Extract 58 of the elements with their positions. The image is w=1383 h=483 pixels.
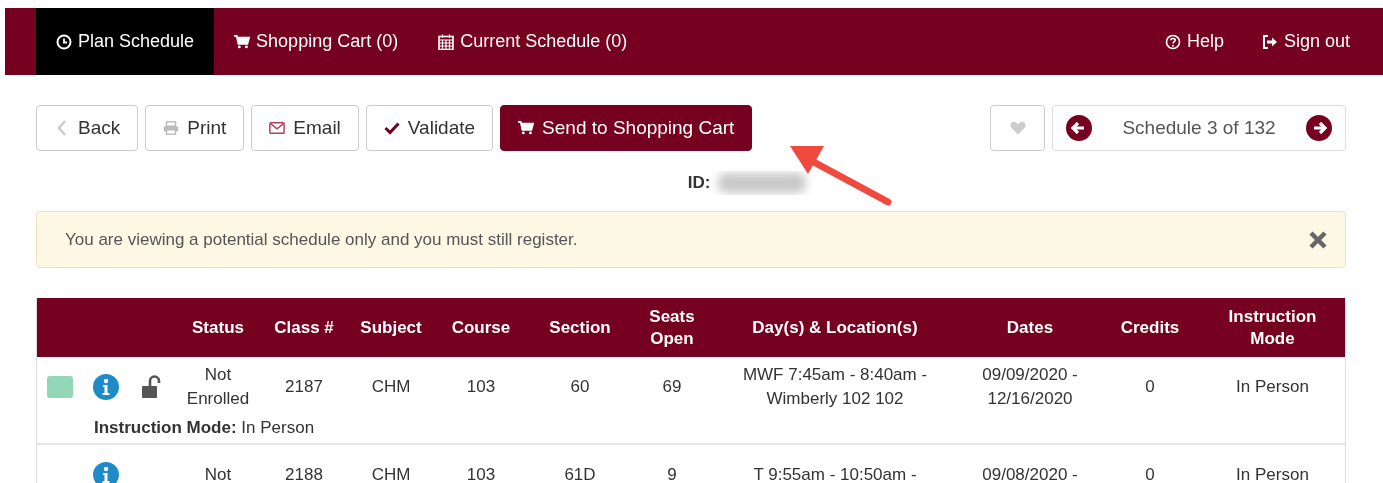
column-header: Class # bbox=[273, 316, 335, 339]
column-header: Section bbox=[548, 316, 612, 339]
table-cell-text: 60 bbox=[570, 376, 590, 398]
table-cell-text: 0 bbox=[1145, 376, 1155, 398]
table-cell-text: CHM bbox=[371, 376, 411, 398]
cart-icon bbox=[234, 33, 251, 50]
table-cell-text: 9 bbox=[667, 464, 677, 483]
table-cell-text: 103 bbox=[466, 464, 496, 483]
envelope-icon bbox=[269, 120, 286, 136]
nav-tab[interactable]: Current Schedule (0) bbox=[418, 8, 648, 75]
table-cell-text: Not bbox=[204, 464, 232, 483]
column-header: Status bbox=[191, 316, 245, 339]
toolbar-button[interactable]: Validate bbox=[365, 105, 494, 151]
table-cell-text: 2188 bbox=[285, 464, 323, 483]
table-cell-text: 09/09/2020 - 12/16/2020 bbox=[981, 364, 1079, 410]
column-header: Credits bbox=[1119, 316, 1181, 339]
table-cell-text: 0 bbox=[1145, 464, 1155, 483]
table-cell-text: 09/08/2020 - bbox=[982, 464, 1078, 483]
column-header: Seats Open bbox=[648, 305, 696, 350]
column-header: Course bbox=[450, 316, 512, 339]
info-icon[interactable] bbox=[92, 462, 119, 483]
column-header: Dates bbox=[1005, 316, 1055, 339]
table-cell-text: T 9:55am - 10:50am - bbox=[753, 464, 917, 483]
toolbar-button[interactable]: Print bbox=[145, 105, 245, 151]
nav-tab[interactable]: Plan Schedule bbox=[36, 8, 215, 75]
table-cell-text: CHM bbox=[371, 464, 411, 483]
table-cell-text: In Person bbox=[1236, 376, 1309, 398]
table-cell-text: 69 bbox=[662, 376, 682, 398]
column-header: Day(s) & Location(s) bbox=[751, 316, 919, 339]
calendar-icon bbox=[438, 33, 455, 50]
toolbar-button[interactable]: Back bbox=[36, 105, 139, 151]
toolbar-button[interactable]: Send to Shopping Cart bbox=[500, 105, 753, 151]
info-icon[interactable] bbox=[92, 374, 119, 400]
table-cell-text: In Person bbox=[1236, 464, 1309, 483]
clock-icon bbox=[56, 33, 72, 50]
unlocked-lock-icon[interactable] bbox=[141, 375, 161, 399]
table-cell-text: 2187 bbox=[285, 376, 323, 398]
table-cell-text: Not Enrolled bbox=[186, 364, 250, 410]
instruction-mode-note: Instruction Mode: In Person bbox=[94, 418, 315, 437]
close-icon[interactable] bbox=[1309, 230, 1327, 249]
printer-icon bbox=[163, 120, 180, 136]
nav-link[interactable]: Sign out bbox=[1223, 8, 1350, 75]
pager-label: Schedule 3 of 132 bbox=[1122, 117, 1276, 139]
sign-out-icon bbox=[1261, 33, 1278, 50]
nav-link[interactable]: Help bbox=[1126, 8, 1224, 75]
table-cell-text: 61D bbox=[564, 464, 596, 483]
check-icon bbox=[383, 120, 400, 136]
id-label: ID: bbox=[687, 173, 711, 193]
alert-message: You are viewing a potential schedule only and you must still register. bbox=[65, 229, 578, 250]
heart-icon bbox=[1009, 120, 1026, 136]
toolbar-button[interactable]: Email bbox=[251, 105, 359, 151]
table-cell-text: 103 bbox=[466, 376, 496, 398]
table-cell-text: MWF 7:45am - 8:40am - Wimberly 102 102 bbox=[741, 364, 929, 410]
column-header: Instruction Mode bbox=[1227, 305, 1318, 350]
help-icon bbox=[1164, 33, 1181, 50]
cart-icon bbox=[518, 120, 535, 136]
nav-tab[interactable]: Shopping Cart (0) bbox=[214, 8, 419, 75]
column-header: Subject bbox=[359, 316, 423, 339]
